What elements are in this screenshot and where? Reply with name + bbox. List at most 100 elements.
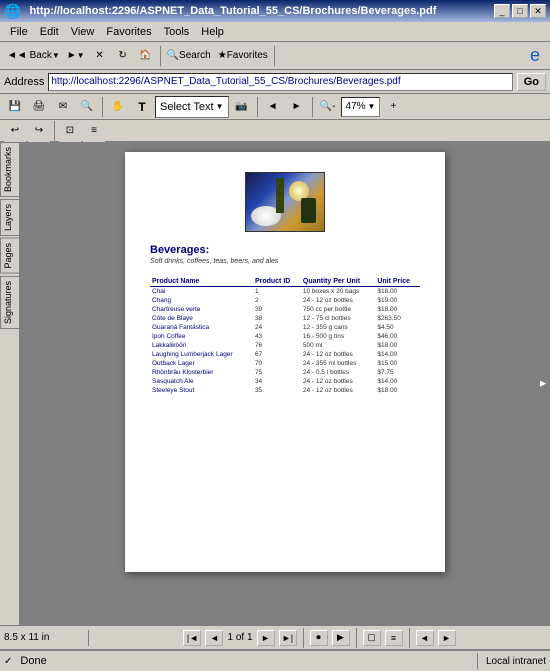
pdf-content-area: ► Beverages: Soft drinks, coffees, teas,…: [20, 142, 550, 625]
security-zone: Local intranet: [486, 656, 546, 667]
address-input[interactable]: [48, 73, 512, 91]
table-cell: Ipoh Coffee: [150, 332, 253, 341]
table-cell: $4.50: [375, 323, 420, 332]
record-button[interactable]: ⏺: [310, 630, 328, 646]
pdf-prev-page-button[interactable]: ◄: [262, 96, 284, 118]
nav-prev-btn2[interactable]: ◄: [416, 630, 434, 646]
stop-button[interactable]: ✕: [89, 45, 111, 67]
maximize-button[interactable]: □: [512, 4, 528, 18]
pdf-zoom-out-button[interactable]: 🔍-: [317, 96, 339, 118]
menu-edit[interactable]: Edit: [34, 24, 65, 40]
table-header-row: Product Name Product ID Quantity Per Uni…: [150, 277, 420, 287]
last-page-button[interactable]: ►|: [279, 630, 297, 646]
page-size-display: 8.5 x 11 in: [4, 632, 84, 643]
pdf-redo-button[interactable]: ↪: [28, 120, 50, 142]
pdf-undo-button[interactable]: ↩: [4, 120, 26, 142]
zoom-display[interactable]: 47% ▼: [341, 97, 381, 117]
table-cell: 2: [253, 296, 301, 305]
forward-icon: ►: [67, 50, 77, 61]
select-text-dropdown[interactable]: Select Text ▼: [155, 96, 229, 118]
table-cell: $19.00: [375, 296, 420, 305]
view-mode-single[interactable]: ▢: [363, 630, 381, 646]
prev-page-nav-button[interactable]: ◄: [205, 630, 223, 646]
minimize-button[interactable]: _: [494, 4, 510, 18]
search-button[interactable]: 🔍 Search: [164, 45, 214, 67]
signatures-tab[interactable]: Signatures: [0, 276, 20, 329]
single-page-icon: ▢: [367, 632, 376, 643]
table-cell: 24: [253, 323, 301, 332]
search-doc-icon: 🔍: [81, 101, 93, 112]
back-button[interactable]: ◄ ◄ Back ▼: [4, 45, 63, 67]
table-cell: Guaraná Fantástica: [150, 323, 253, 332]
pdf-save-button[interactable]: 💾: [4, 96, 26, 118]
pdf-next-page-button[interactable]: ►: [286, 96, 308, 118]
ie-logo: e: [524, 45, 546, 67]
next-page-nav-button[interactable]: ►: [257, 630, 275, 646]
go-button[interactable]: Go: [517, 73, 546, 91]
bottle-decoration: [276, 178, 284, 213]
undo-icon: ↩: [11, 125, 19, 136]
table-cell: $18.00: [375, 287, 420, 297]
toolbar-separator-1: [160, 46, 161, 66]
play-button[interactable]: ▶: [332, 630, 350, 646]
table-cell: Laughing Lumberjack Lager: [150, 350, 253, 359]
table-cell: 35: [253, 386, 301, 395]
back-dropdown-icon[interactable]: ▼: [52, 51, 60, 60]
pdf-page-layout-button[interactable]: ⊡: [59, 120, 81, 142]
pdf-print-button[interactable]: 🖨: [28, 96, 50, 118]
forward-button[interactable]: ► ▼: [64, 45, 88, 67]
table-cell: Outback Lager: [150, 359, 253, 368]
first-page-button[interactable]: |◄: [183, 630, 201, 646]
table-row: Ipoh Coffee4316 - 500 g tins$46.00: [150, 332, 420, 341]
zoom-in-icon: +: [391, 101, 397, 112]
page-layout-icon: ⊡: [66, 125, 74, 136]
refresh-icon: ↻: [118, 50, 126, 61]
record-icon: ⏺: [316, 632, 321, 643]
table-cell: $18.00: [375, 386, 420, 395]
window-title: http://localhost:2296/ASPNET_Data_Tutori…: [25, 5, 494, 17]
menu-help[interactable]: Help: [195, 24, 230, 40]
table-cell: $263.50: [375, 314, 420, 323]
menu-file[interactable]: File: [4, 24, 34, 40]
search-label: Search: [179, 50, 211, 61]
table-cell: 38: [253, 314, 301, 323]
pdf-toolbar: 💾 🖨 ✉ 🔍 ✋ T Select Text ▼ 📷 ◄ ► 🔍- 47% ▼…: [0, 94, 550, 120]
pdf-continuous-button[interactable]: ≡: [83, 120, 105, 142]
ie-toolbar: ◄ ◄ Back ▼ ► ▼ ✕ ↻ 🏠 🔍 Search ★ Favorite…: [0, 42, 550, 70]
col-product-name: Product Name: [150, 277, 253, 287]
table-row: Laughing Lumberjack Lager6724 - 12 oz bo…: [150, 350, 420, 359]
home-icon: 🏠: [139, 50, 151, 61]
menu-favorites[interactable]: Favorites: [100, 24, 157, 40]
status-separator: [88, 630, 89, 646]
forward-dropdown-icon[interactable]: ▼: [77, 51, 85, 60]
nav-next-btn2[interactable]: ►: [438, 630, 456, 646]
pdf-text-select-button[interactable]: T: [131, 96, 153, 118]
pdf-email-button[interactable]: ✉: [52, 96, 74, 118]
table-row: Steeleye Stout3524 - 12 oz bottles$18.00: [150, 386, 420, 395]
pdf-hand-tool-button[interactable]: ✋: [107, 96, 129, 118]
menu-view[interactable]: View: [65, 24, 101, 40]
table-cell: Sasquatch Ale: [150, 377, 253, 386]
window-controls[interactable]: _ □ ✕: [494, 4, 546, 18]
pdf-zoom-in-button[interactable]: +: [382, 96, 404, 118]
layers-tab[interactable]: Layers: [0, 199, 20, 236]
nav-sep: [303, 628, 304, 648]
view-mode-continuous[interactable]: ≡: [385, 630, 403, 646]
left-panel: Bookmarks Layers Pages Signatures: [0, 142, 20, 625]
bookmarks-tab[interactable]: Bookmarks: [0, 142, 20, 197]
pages-tab[interactable]: Pages: [0, 238, 20, 274]
favorites-button[interactable]: ★ Favorites: [215, 45, 271, 67]
refresh-button[interactable]: ↻: [112, 45, 134, 67]
close-button[interactable]: ✕: [530, 4, 546, 18]
select-text-arrow-icon: ▼: [216, 102, 224, 111]
pdf-snapshot-button[interactable]: 📷: [231, 96, 253, 118]
home-button[interactable]: 🏠: [135, 45, 157, 67]
menu-tools[interactable]: Tools: [158, 24, 196, 40]
zoom-arrow-icon[interactable]: ▼: [368, 102, 376, 111]
pdf-search-doc-button[interactable]: 🔍: [76, 96, 98, 118]
nav-next2-icon: ►: [442, 633, 451, 643]
main-area: Bookmarks Layers Pages Signatures ► Beve…: [0, 142, 550, 625]
status-icon: ✓: [4, 656, 12, 667]
prev-page-icon: ◄: [268, 101, 278, 112]
hand-icon: ✋: [112, 101, 124, 112]
